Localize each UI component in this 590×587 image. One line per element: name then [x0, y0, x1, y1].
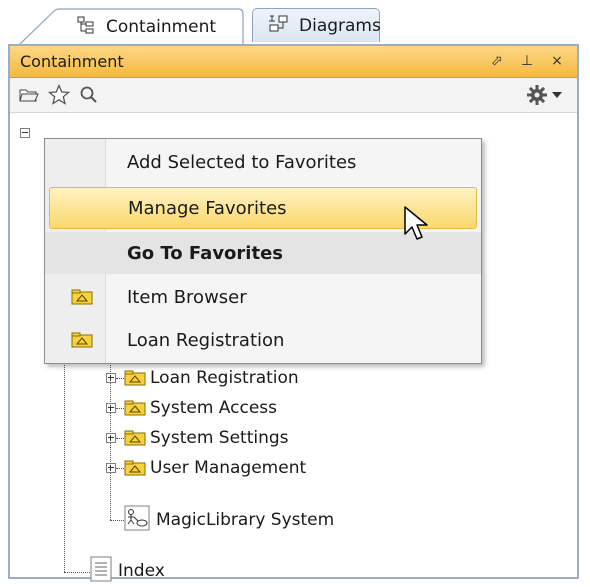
menu-item-label: Item Browser: [127, 286, 247, 308]
package-icon: [124, 460, 146, 476]
panel-header: Containment ⬀ ⊥ ×: [10, 46, 577, 78]
tree-item[interactable]: System Settings: [106, 423, 289, 453]
popout-icon[interactable]: ⬀: [489, 52, 505, 70]
tree-item-label: User Management: [150, 458, 307, 478]
tab-containment-label: Containment: [106, 17, 217, 37]
expand-toggle[interactable]: [106, 403, 116, 413]
tab-containment[interactable]: Containment: [18, 8, 244, 46]
menu-item-item-browser[interactable]: Item Browser: [49, 276, 477, 318]
model-diagram-icon: [124, 505, 150, 536]
menu-item-label: Add Selected to Favorites: [127, 151, 357, 173]
expand-toggle[interactable]: [106, 433, 116, 443]
tab-diagrams[interactable]: Diagrams: [252, 8, 381, 42]
tree-root[interactable]: [20, 118, 30, 148]
tab-strip: Containment Diagrams: [0, 0, 590, 46]
tree-item[interactable]: MagicLibrary System: [124, 505, 334, 535]
collapse-toggle[interactable]: [20, 128, 30, 138]
menu-item-label: Manage Favorites: [128, 197, 287, 219]
tree-item-label: Index: [118, 561, 165, 581]
package-icon: [71, 289, 93, 310]
open-folder-icon[interactable]: [16, 82, 42, 108]
tree-item[interactable]: System Access: [106, 393, 277, 423]
expand-toggle[interactable]: [106, 463, 116, 473]
package-icon: [124, 430, 146, 446]
menu-item-label: Go To Favorites: [127, 242, 283, 264]
package-icon: [124, 400, 146, 416]
menu-item-label: Loan Registration: [127, 329, 285, 351]
settings-gear-icon[interactable]: [524, 82, 550, 108]
favorites-star-icon[interactable]: [46, 82, 72, 108]
expand-toggle[interactable]: [106, 373, 116, 383]
close-icon[interactable]: ×: [549, 52, 565, 70]
package-icon: [71, 332, 93, 353]
tree-item[interactable]: User Management: [106, 453, 306, 483]
tree-item[interactable]: Loan Registration: [106, 363, 299, 393]
package-icon: [124, 370, 146, 386]
favorites-menu: Add Selected to Favorites Manage Favorit…: [44, 138, 482, 364]
menu-item-add-to-favorites[interactable]: Add Selected to Favorites: [49, 141, 477, 183]
search-icon[interactable]: [76, 82, 102, 108]
panel-toolbar: [10, 78, 577, 113]
tree-item-label: MagicLibrary System: [156, 510, 335, 530]
tree-guide-line: [110, 520, 124, 521]
tree-item-label: System Settings: [150, 428, 289, 448]
containment-tree-icon: [76, 15, 96, 40]
mouse-cursor-icon: [404, 206, 430, 248]
dropdown-arrow-icon[interactable]: [550, 82, 564, 108]
tree-guide-line: [64, 572, 90, 573]
tree-item-label: Loan Registration: [150, 368, 299, 388]
tab-diagrams-label: Diagrams: [299, 15, 381, 36]
tree-item-label: System Access: [150, 398, 277, 418]
diagrams-icon: [267, 13, 291, 38]
menu-item-loan-registration[interactable]: Loan Registration: [49, 319, 477, 361]
document-icon: [90, 556, 112, 587]
pin-icon[interactable]: ⊥: [519, 52, 535, 70]
tree-item[interactable]: Index: [90, 556, 165, 586]
panel-title: Containment: [20, 52, 124, 71]
